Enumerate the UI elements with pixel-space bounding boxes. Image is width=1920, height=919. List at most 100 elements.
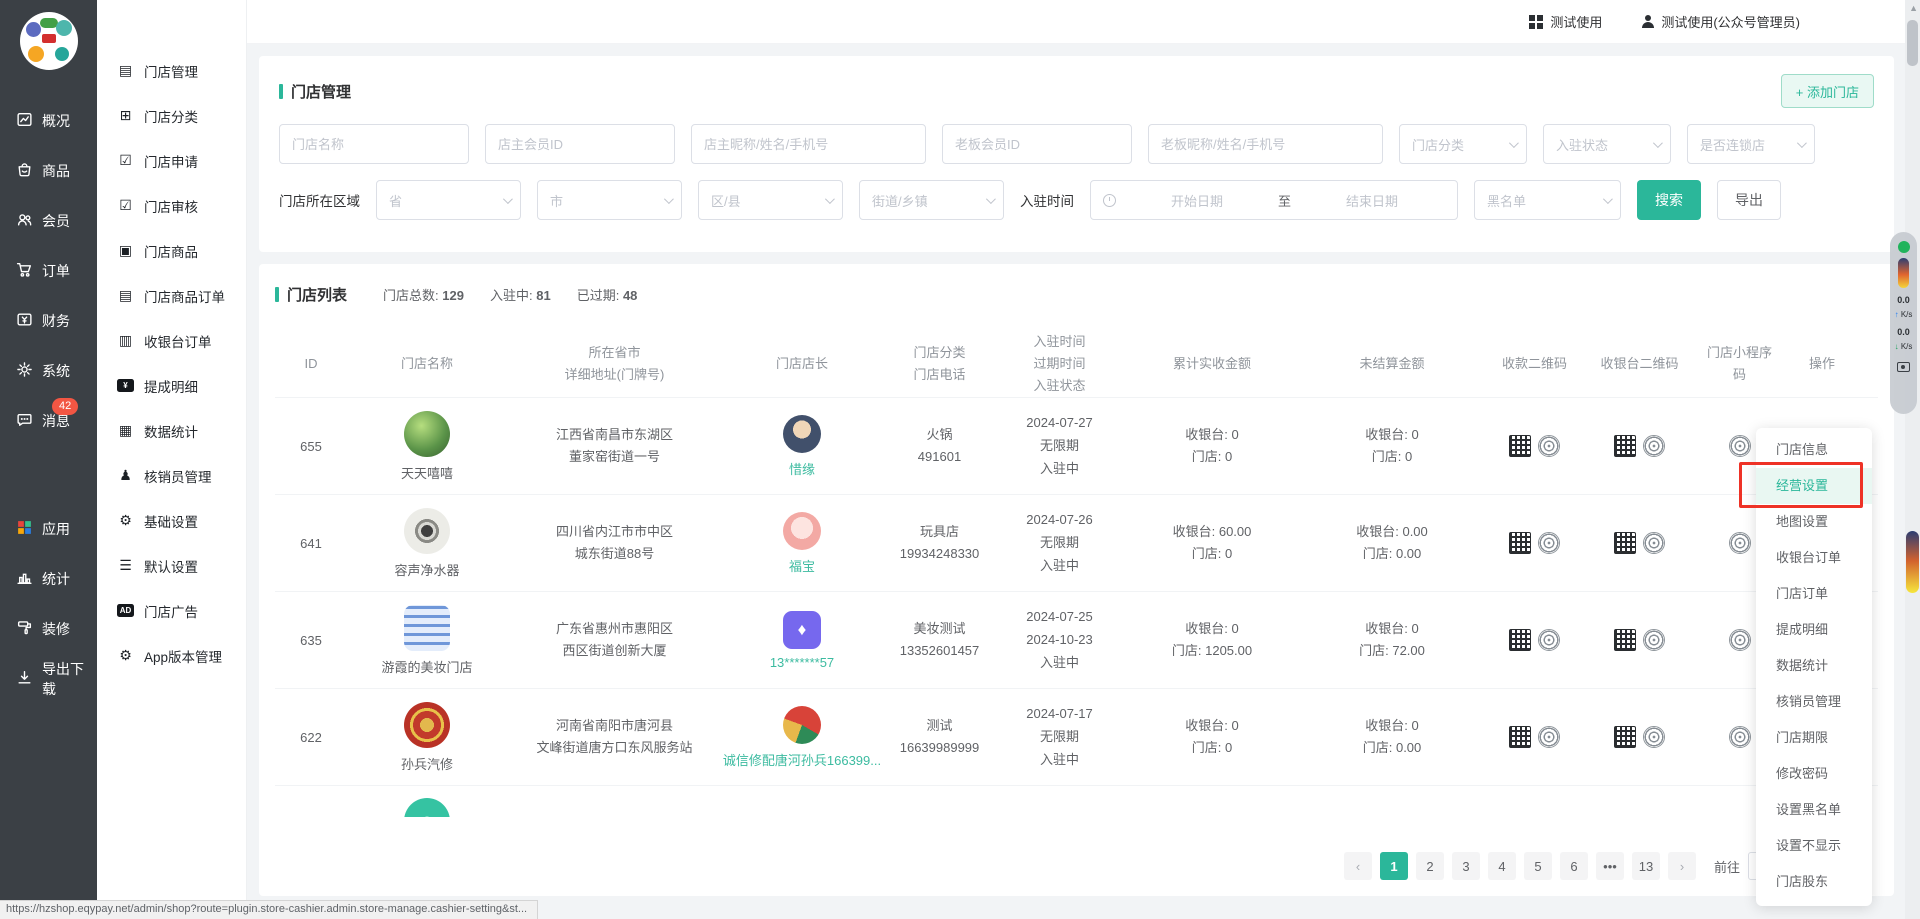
menu-item-set-hidden[interactable]: 设置不显示: [1756, 828, 1872, 864]
payment-qr-icon[interactable]: [1509, 532, 1531, 554]
menu-item-verifier-manage[interactable]: 核销员管理: [1756, 684, 1872, 720]
submenu-item-store-apply[interactable]: ☑门店申请: [97, 138, 246, 183]
sidebar-item-export-download[interactable]: 导出下载: [0, 654, 97, 704]
boss-member-id-input[interactable]: [942, 124, 1132, 164]
menu-item-store-shareholders[interactable]: 门店股东: [1756, 864, 1872, 900]
store-logo: [404, 411, 450, 457]
payment-qr-icon[interactable]: [1509, 629, 1531, 651]
district-select[interactable]: 区/县: [698, 180, 843, 220]
payment-minicode-icon[interactable]: [1538, 726, 1560, 748]
page-button-13[interactable]: 13: [1632, 852, 1660, 880]
menu-item-map-settings[interactable]: 地图设置: [1756, 504, 1872, 540]
submenu-item-verifier-manage[interactable]: ♟核销员管理: [97, 453, 246, 498]
street-select[interactable]: 街道/乡镇: [859, 180, 1004, 220]
province-select[interactable]: 省: [376, 180, 521, 220]
screenshot-camera-icon[interactable]: [1897, 362, 1910, 372]
payment-qr-icon[interactable]: [1509, 435, 1531, 457]
sidebar-item-statistics[interactable]: 统计: [0, 554, 97, 604]
menu-item-set-blacklist[interactable]: 设置黑名单: [1756, 792, 1872, 828]
submenu-item-store-goods[interactable]: ▣门店商品: [97, 228, 246, 273]
menu-item-commission-detail[interactable]: 提成明细: [1756, 612, 1872, 648]
page-button-2[interactable]: 2: [1416, 852, 1444, 880]
cashier-minicode-icon[interactable]: [1643, 532, 1665, 554]
sidebar-item-overview[interactable]: 概况: [0, 96, 97, 146]
owner-nickname-input[interactable]: [691, 124, 926, 164]
page-button-5[interactable]: 5: [1524, 852, 1552, 880]
scrollbar-up-arrow[interactable]: ▲: [1909, 3, 1918, 13]
menu-item-business-settings[interactable]: 经营设置: [1756, 468, 1872, 504]
sidebar-item-members[interactable]: 会员: [0, 196, 97, 246]
payment-minicode-icon[interactable]: [1538, 532, 1560, 554]
sidebar-item-goods[interactable]: 商品: [0, 146, 97, 196]
submenu-item-store-category[interactable]: ⊞门店分类: [97, 93, 246, 138]
cashier-minicode-icon[interactable]: [1643, 629, 1665, 651]
more-pages-button[interactable]: •••: [1596, 852, 1624, 880]
cashier-minicode-icon[interactable]: [1643, 726, 1665, 748]
add-store-button[interactable]: + 添加门店: [1781, 74, 1874, 108]
submenu-item-store-review[interactable]: ☑门店审核: [97, 183, 246, 228]
export-button[interactable]: 导出: [1717, 180, 1781, 220]
cell-category: 美妆测试: [913, 621, 965, 636]
chain-store-select[interactable]: 是否连锁店: [1687, 124, 1815, 164]
cashier-qr-icon[interactable]: [1614, 532, 1636, 554]
manager-name-link[interactable]: 福宝: [789, 556, 815, 575]
page-button-3[interactable]: 3: [1452, 852, 1480, 880]
page-scrollbar[interactable]: [1905, 0, 1920, 919]
owner-member-id-input[interactable]: [485, 124, 675, 164]
manager-name-link[interactable]: 13*******57: [770, 655, 834, 670]
miniprogram-code-icon[interactable]: [1729, 435, 1751, 457]
menu-item-change-password[interactable]: 修改密码: [1756, 756, 1872, 792]
miniprogram-code-icon[interactable]: [1729, 629, 1751, 651]
sidebar-item-system[interactable]: 系统: [0, 346, 97, 396]
submenu-item-commission-detail[interactable]: ¥提成明细: [97, 363, 246, 408]
cashier-qr-icon[interactable]: [1614, 629, 1636, 651]
miniprogram-code-icon[interactable]: [1729, 726, 1751, 748]
submenu-item-default-settings[interactable]: ☰默认设置: [97, 543, 246, 588]
store-category-select[interactable]: 门店分类: [1399, 124, 1527, 164]
sidebar-item-messages[interactable]: 消息 42: [0, 396, 97, 446]
miniprogram-code-icon[interactable]: [1729, 532, 1751, 554]
next-page-button[interactable]: ›: [1668, 852, 1696, 880]
page-button-1[interactable]: 1: [1380, 852, 1408, 880]
cashier-minicode-icon[interactable]: [1643, 435, 1665, 457]
user-menu[interactable]: 测试使用(公众号管理员): [1642, 12, 1800, 31]
menu-item-cashier-orders[interactable]: 收银台订单: [1756, 540, 1872, 576]
menu-item-store-info[interactable]: 门店信息: [1756, 432, 1872, 468]
network-speed-widget[interactable]: 0.0 ↑ K/s 0.0 ↓ K/s: [1890, 232, 1917, 414]
sidebar-item-decorate[interactable]: 装修: [0, 604, 97, 654]
menu-item-store-orders[interactable]: 门店订单: [1756, 576, 1872, 612]
submenu-label: 核销员管理: [144, 466, 212, 486]
store-name-input[interactable]: [279, 124, 469, 164]
sidebar-item-apps[interactable]: 应用: [0, 504, 97, 554]
payment-qr-icon[interactable]: [1509, 726, 1531, 748]
prev-page-button[interactable]: ‹: [1344, 852, 1372, 880]
manager-avatar: [783, 706, 821, 744]
submenu-item-app-version[interactable]: ⚙App版本管理: [97, 633, 246, 678]
manager-name-link[interactable]: 诚信修配唐河孙兵166399...: [723, 750, 881, 769]
submenu-item-basic-settings[interactable]: ⚙基础设置: [97, 498, 246, 543]
sidebar-item-finance[interactable]: 财务: [0, 296, 97, 346]
settle-status-select[interactable]: 入驻状态: [1543, 124, 1671, 164]
menu-item-data-stats[interactable]: 数据统计: [1756, 648, 1872, 684]
manager-name-link[interactable]: 惜缘: [789, 459, 815, 478]
menu-item-store-term[interactable]: 门店期限: [1756, 720, 1872, 756]
page-button-6[interactable]: 6: [1560, 852, 1588, 880]
sidebar-item-orders[interactable]: 订单: [0, 246, 97, 296]
boss-nickname-input[interactable]: [1148, 124, 1383, 164]
submenu-item-store-manage[interactable]: ▤门店管理: [97, 48, 246, 93]
search-button[interactable]: 搜索: [1637, 180, 1701, 220]
submenu-item-store-ads[interactable]: AD门店广告: [97, 588, 246, 633]
workspace-switcher[interactable]: 测试使用: [1529, 12, 1602, 31]
blacklist-select[interactable]: 黑名单: [1474, 180, 1621, 220]
payment-minicode-icon[interactable]: [1538, 629, 1560, 651]
submenu-item-data-stats[interactable]: ▦数据统计: [97, 408, 246, 453]
submenu-item-cashier-orders[interactable]: ▥收银台订单: [97, 318, 246, 363]
page-button-4[interactable]: 4: [1488, 852, 1516, 880]
cashier-qr-icon[interactable]: [1614, 726, 1636, 748]
scrollbar-thumb[interactable]: [1907, 20, 1918, 66]
date-range-picker[interactable]: 开始日期 至 结束日期: [1090, 180, 1458, 220]
cashier-qr-icon[interactable]: [1614, 435, 1636, 457]
city-select[interactable]: 市: [537, 180, 682, 220]
payment-minicode-icon[interactable]: [1538, 435, 1560, 457]
submenu-item-store-goods-orders[interactable]: ▤门店商品订单: [97, 273, 246, 318]
